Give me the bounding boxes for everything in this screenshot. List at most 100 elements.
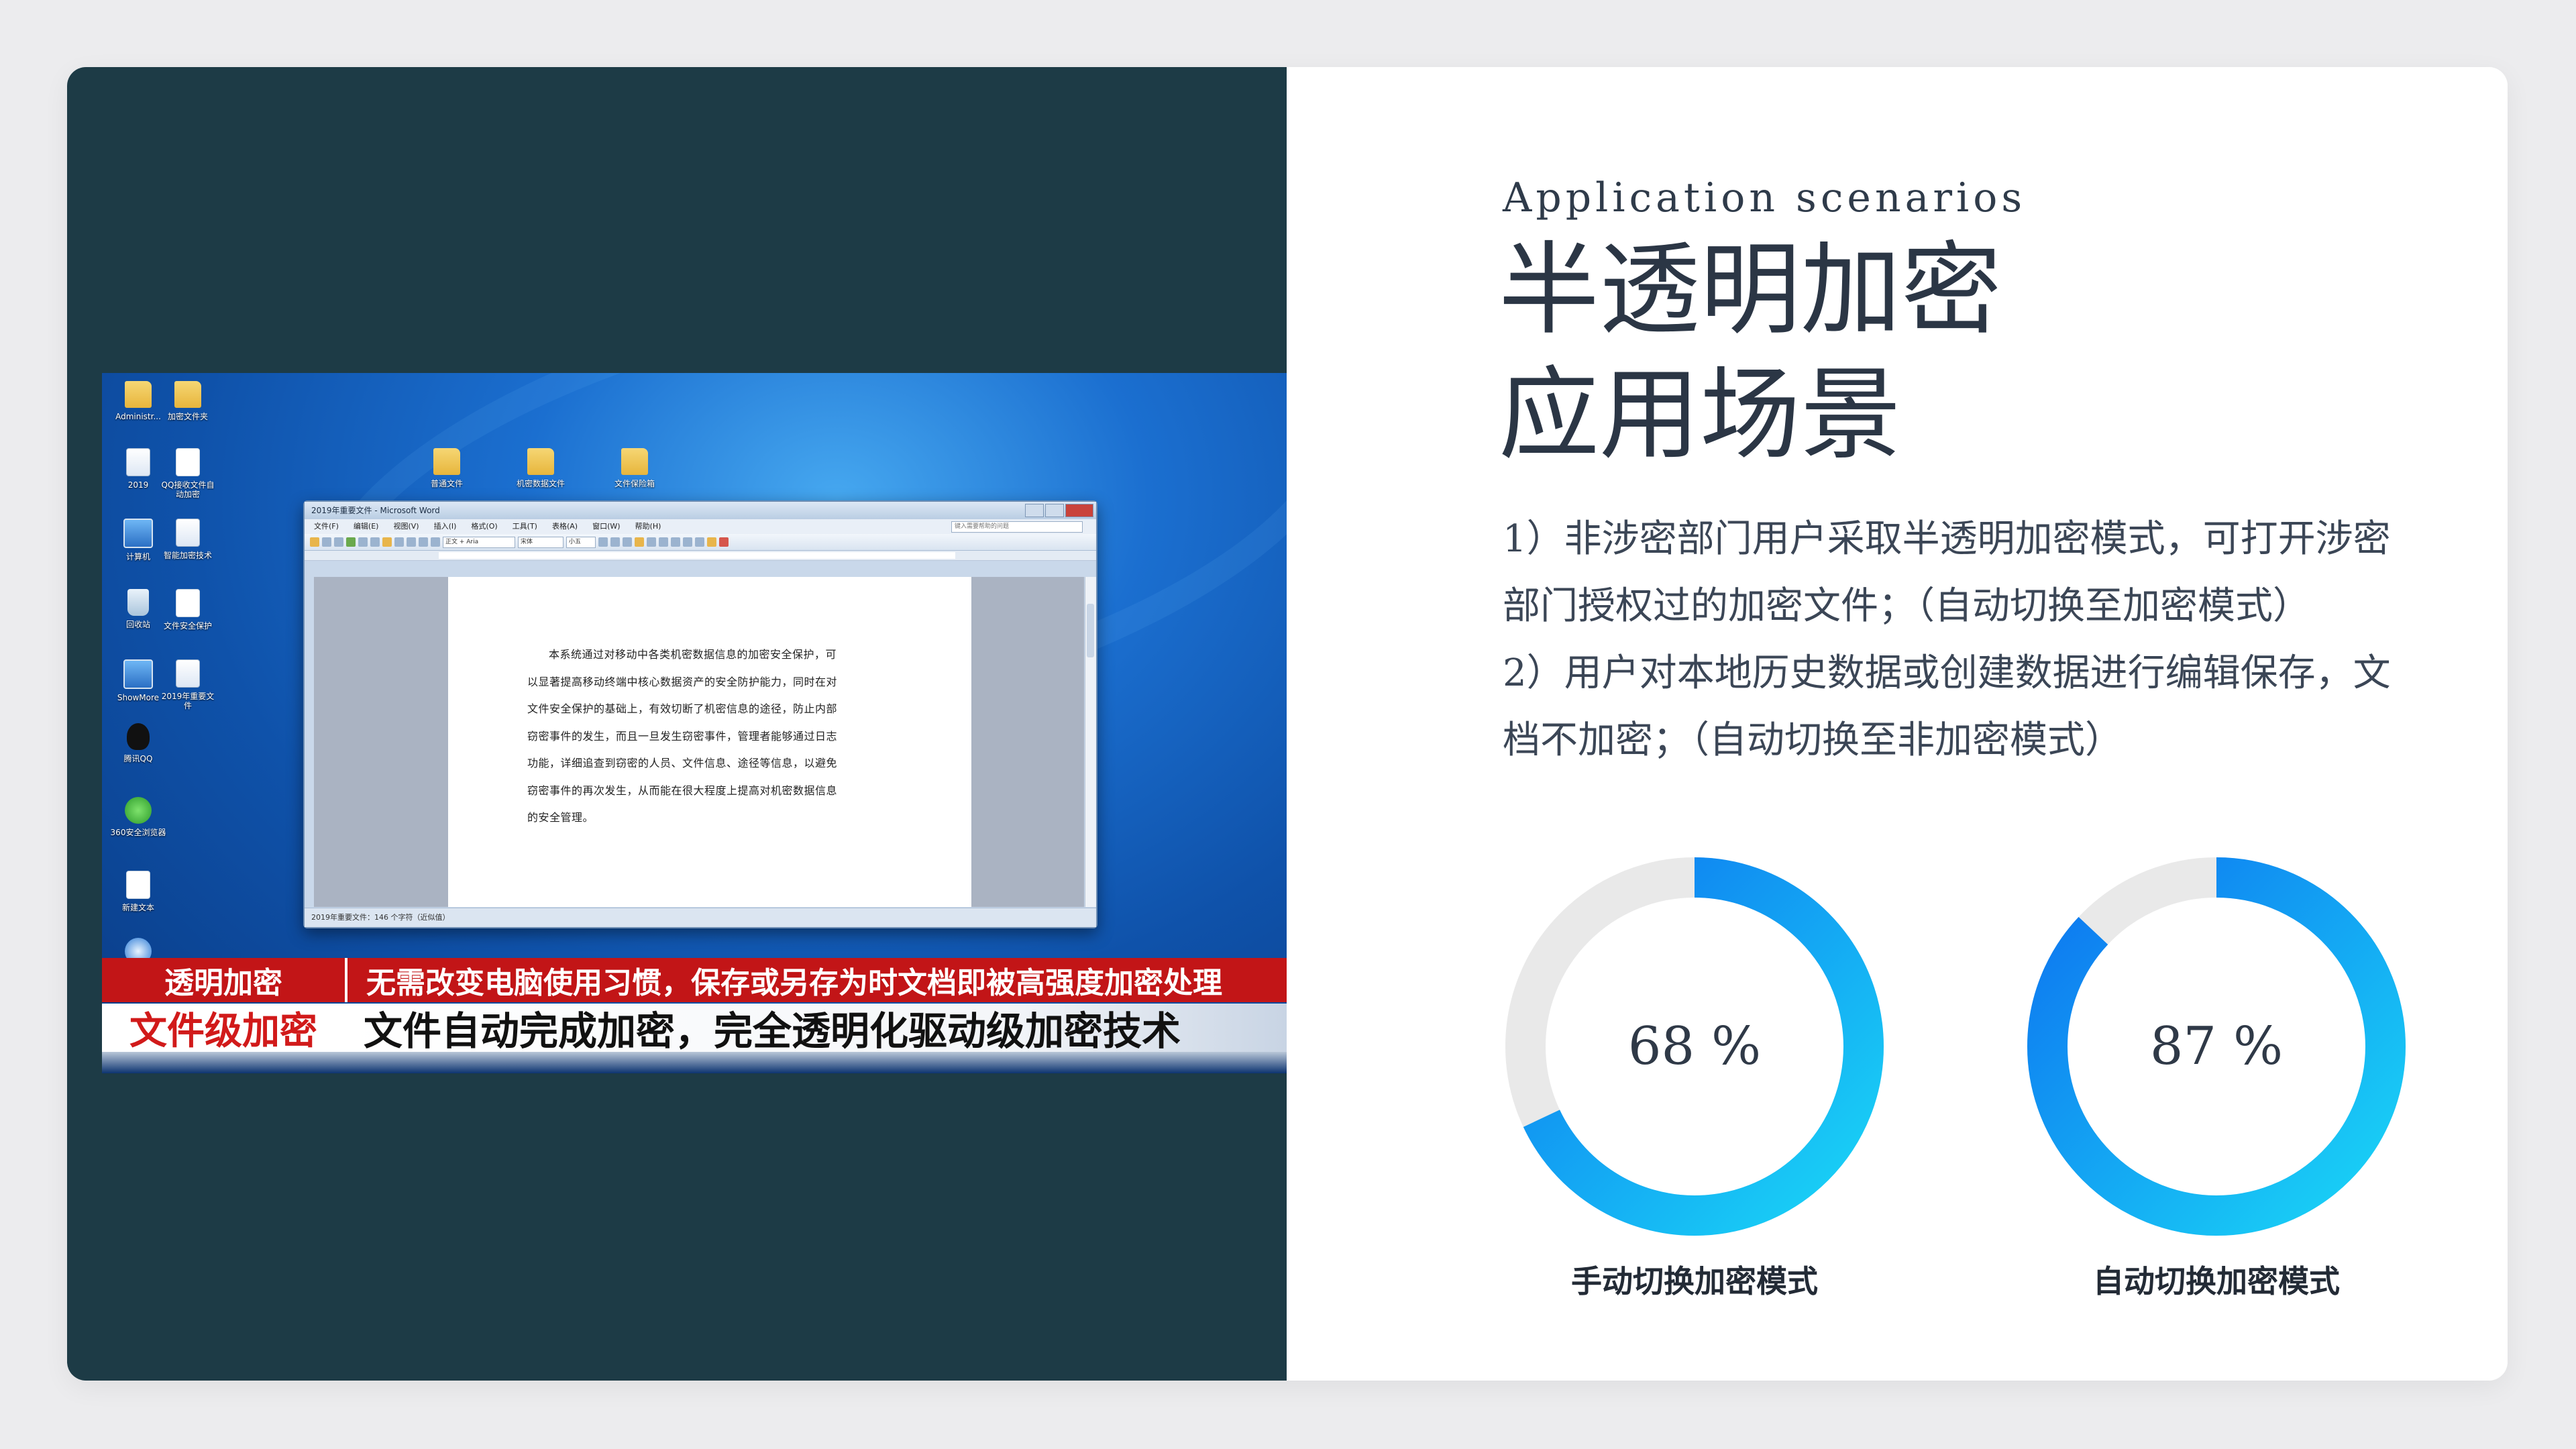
word-doc-icon [176,519,200,547]
minimize-icon [1025,504,1044,517]
folder-icon [174,381,201,408]
folder-icon [433,448,460,475]
word-doc-icon [176,659,200,688]
align-left-icon [635,537,644,547]
desktop-icon: 新建文本 [109,871,168,912]
save-icon [322,537,331,547]
size-select: 小五 [566,536,596,548]
menu-window: 窗口(W) [592,522,621,531]
menu-format: 格式(O) [471,522,498,531]
banner-file-level: 文件级加密 文件自动完成加密，完全透明化驱动级加密技术 [102,1004,1287,1053]
word-toolbar: 正文 + Aria 宋体 小五 [305,534,1096,551]
desktop-icon: 机密数据文件 [511,448,570,488]
desc-line: 1）非涉密部门用户采取半透明加密模式，可打开涉密 [1503,517,2391,561]
word-title: 2019年重要文件 - Microsoft Word [311,506,440,515]
spell-icon [346,537,356,547]
desktop-icon: 普通文件 [417,448,476,488]
italic-icon [610,537,620,547]
desktop-icon: QQ接收文件自动加密 [158,448,217,499]
desc-line: 2）用户对本地历史数据或创建数据进行编辑保存，文 [1503,651,2391,695]
document-area: 本系统通过对移动中各类机密数据信息的加密安全保护，可 以显著提高移动终端中核心数… [314,577,1084,907]
section-eyebrow: Application scenarios [1503,174,2027,221]
font-color-icon [719,537,729,547]
desktop-icon: 腾讯QQ [109,723,168,763]
highlight-icon [707,537,716,547]
desktop-icon-label: 腾讯QQ [123,754,153,763]
desktop-icon: 智能加密技术 [158,519,217,560]
desktop-icon: 文件安全保护 [158,589,217,631]
table-icon [419,537,428,547]
menu-view: 视图(V) [393,522,419,531]
close-icon [1065,504,1093,517]
desktop-icon-label: 智能加密技术 [163,551,212,560]
banner-label: 透明加密 [102,958,345,1002]
menu-table: 表格(A) [551,522,578,531]
paste-icon [382,537,392,547]
folder-icon [527,448,554,475]
copy-icon [370,537,380,547]
banner-message: 文件自动完成加密，完全透明化驱动级加密技术 [345,1004,1287,1052]
slide-title: 半透明加密 应用场景 [1499,228,2002,478]
slide-card: Administr... 加密文件夹 2019 QQ接收文件自动加密 计算机 智能加密技术… [67,67,2508,1381]
word-window: 2019年重要文件 - Microsoft Word 文件(F) 编辑(E) 视… [303,500,1097,928]
undo-icon [394,537,404,547]
menu-help: 帮助(H) [635,522,661,531]
window-controls [1025,504,1093,517]
desktop-icon: 文件保险箱 [605,448,664,488]
document-icon [176,448,200,476]
doc-line: 以显著提高移动终端中核心数据资产的安全防护能力，同时在对 [527,675,838,688]
desc-line: 部门授权过的加密文件；（自动切换至加密模式） [1503,584,2310,628]
desktop-icon-label: 普通文件 [430,479,463,488]
indent-icon [695,537,704,547]
zoom-icon [431,537,440,547]
underline-icon [623,537,632,547]
browser-icon [125,797,152,824]
desktop-icon: 加密文件夹 [158,381,217,421]
menu-tools: 工具(T) [512,522,537,531]
donut-chart-manual: 68 % [1500,852,1889,1241]
word-statusbar: 2019年重要文件：146 个字符（近似值） [305,908,1096,927]
redo-icon [407,537,416,547]
doc-line: 文件安全保护的基础上，有效切断了机密信息的途径，防止内部 [527,702,838,715]
desktop-icon-label: 加密文件夹 [167,412,208,421]
desktop-icon-label: 机密数据文件 [516,479,565,488]
desktop-icon-label: 2019年重要文件 [161,692,215,710]
doc-line: 窃密事件的再次发生，从而能在很大程度上提高对机密数据信息 [527,784,838,797]
menu-file: 文件(F) [314,522,339,531]
vertical-scrollbar [1085,577,1096,907]
desktop-icon-label: QQ接收文件自动加密 [161,480,215,499]
desktop-icon: 360安全浏览器 [109,797,168,837]
print-icon [334,537,343,547]
desktop-icon: 2019年重要文件 [158,659,217,710]
word-doc-icon [126,448,150,476]
align-center-icon [647,537,656,547]
word-titlebar: 2019年重要文件 - Microsoft Word [305,502,1096,519]
banner-message: 无需改变电脑使用习惯，保存或另存为时文档即被高强度加密处理 [345,958,1287,1002]
donut-chart-auto: 87 % [2022,852,2411,1241]
menu-insert: 插入(I) [433,522,457,531]
donut-caption-auto: 自动切换加密模式 [2093,1263,2340,1299]
folder-icon [125,381,152,408]
folder-icon [621,448,648,475]
desktop-icon-label: 文件安全保护 [163,621,212,631]
document-page: 本系统通过对移动中各类机密数据信息的加密安全保护，可 以显著提高移动终端中核心数… [448,577,971,907]
maximize-icon [1045,504,1064,517]
menu-edit: 编辑(E) [353,522,379,531]
desktop-icon-label: 文件保险箱 [614,479,655,488]
recycle-bin-icon [127,589,149,616]
donut-value-label: 87 % [2149,1016,2284,1077]
doc-line: 窃密事件的发生，而且一旦发生窃密事件，管理者能够通过日志 [527,729,838,743]
desc-line: 档不加密；（自动切换至非加密模式） [1503,718,2123,762]
doc-line: 功能，详细追查到窃密的人员、文件信息、途径等信息，以避免 [527,757,838,769]
taskbar-strip [102,1052,1287,1073]
style-select: 正文 + Aria [443,536,515,548]
title-line-1: 半透明加密 [1499,232,2002,349]
word-ruler [305,551,1096,561]
align-right-icon [659,537,668,547]
right-panel: Application scenarios 半透明加密 应用场景 1）非涉密部门… [1287,67,2508,1381]
banner-label: 文件级加密 [102,1004,345,1053]
doc-line: 的安全管理。 [527,811,594,824]
desktop-icon-label: 新建文本 [121,903,154,912]
banner-transparent: 透明加密 无需改变电脑使用习惯，保存或另存为时文档即被高强度加密处理 [102,958,1287,1002]
donut-caption-manual: 手动切换加密模式 [1571,1263,1818,1299]
